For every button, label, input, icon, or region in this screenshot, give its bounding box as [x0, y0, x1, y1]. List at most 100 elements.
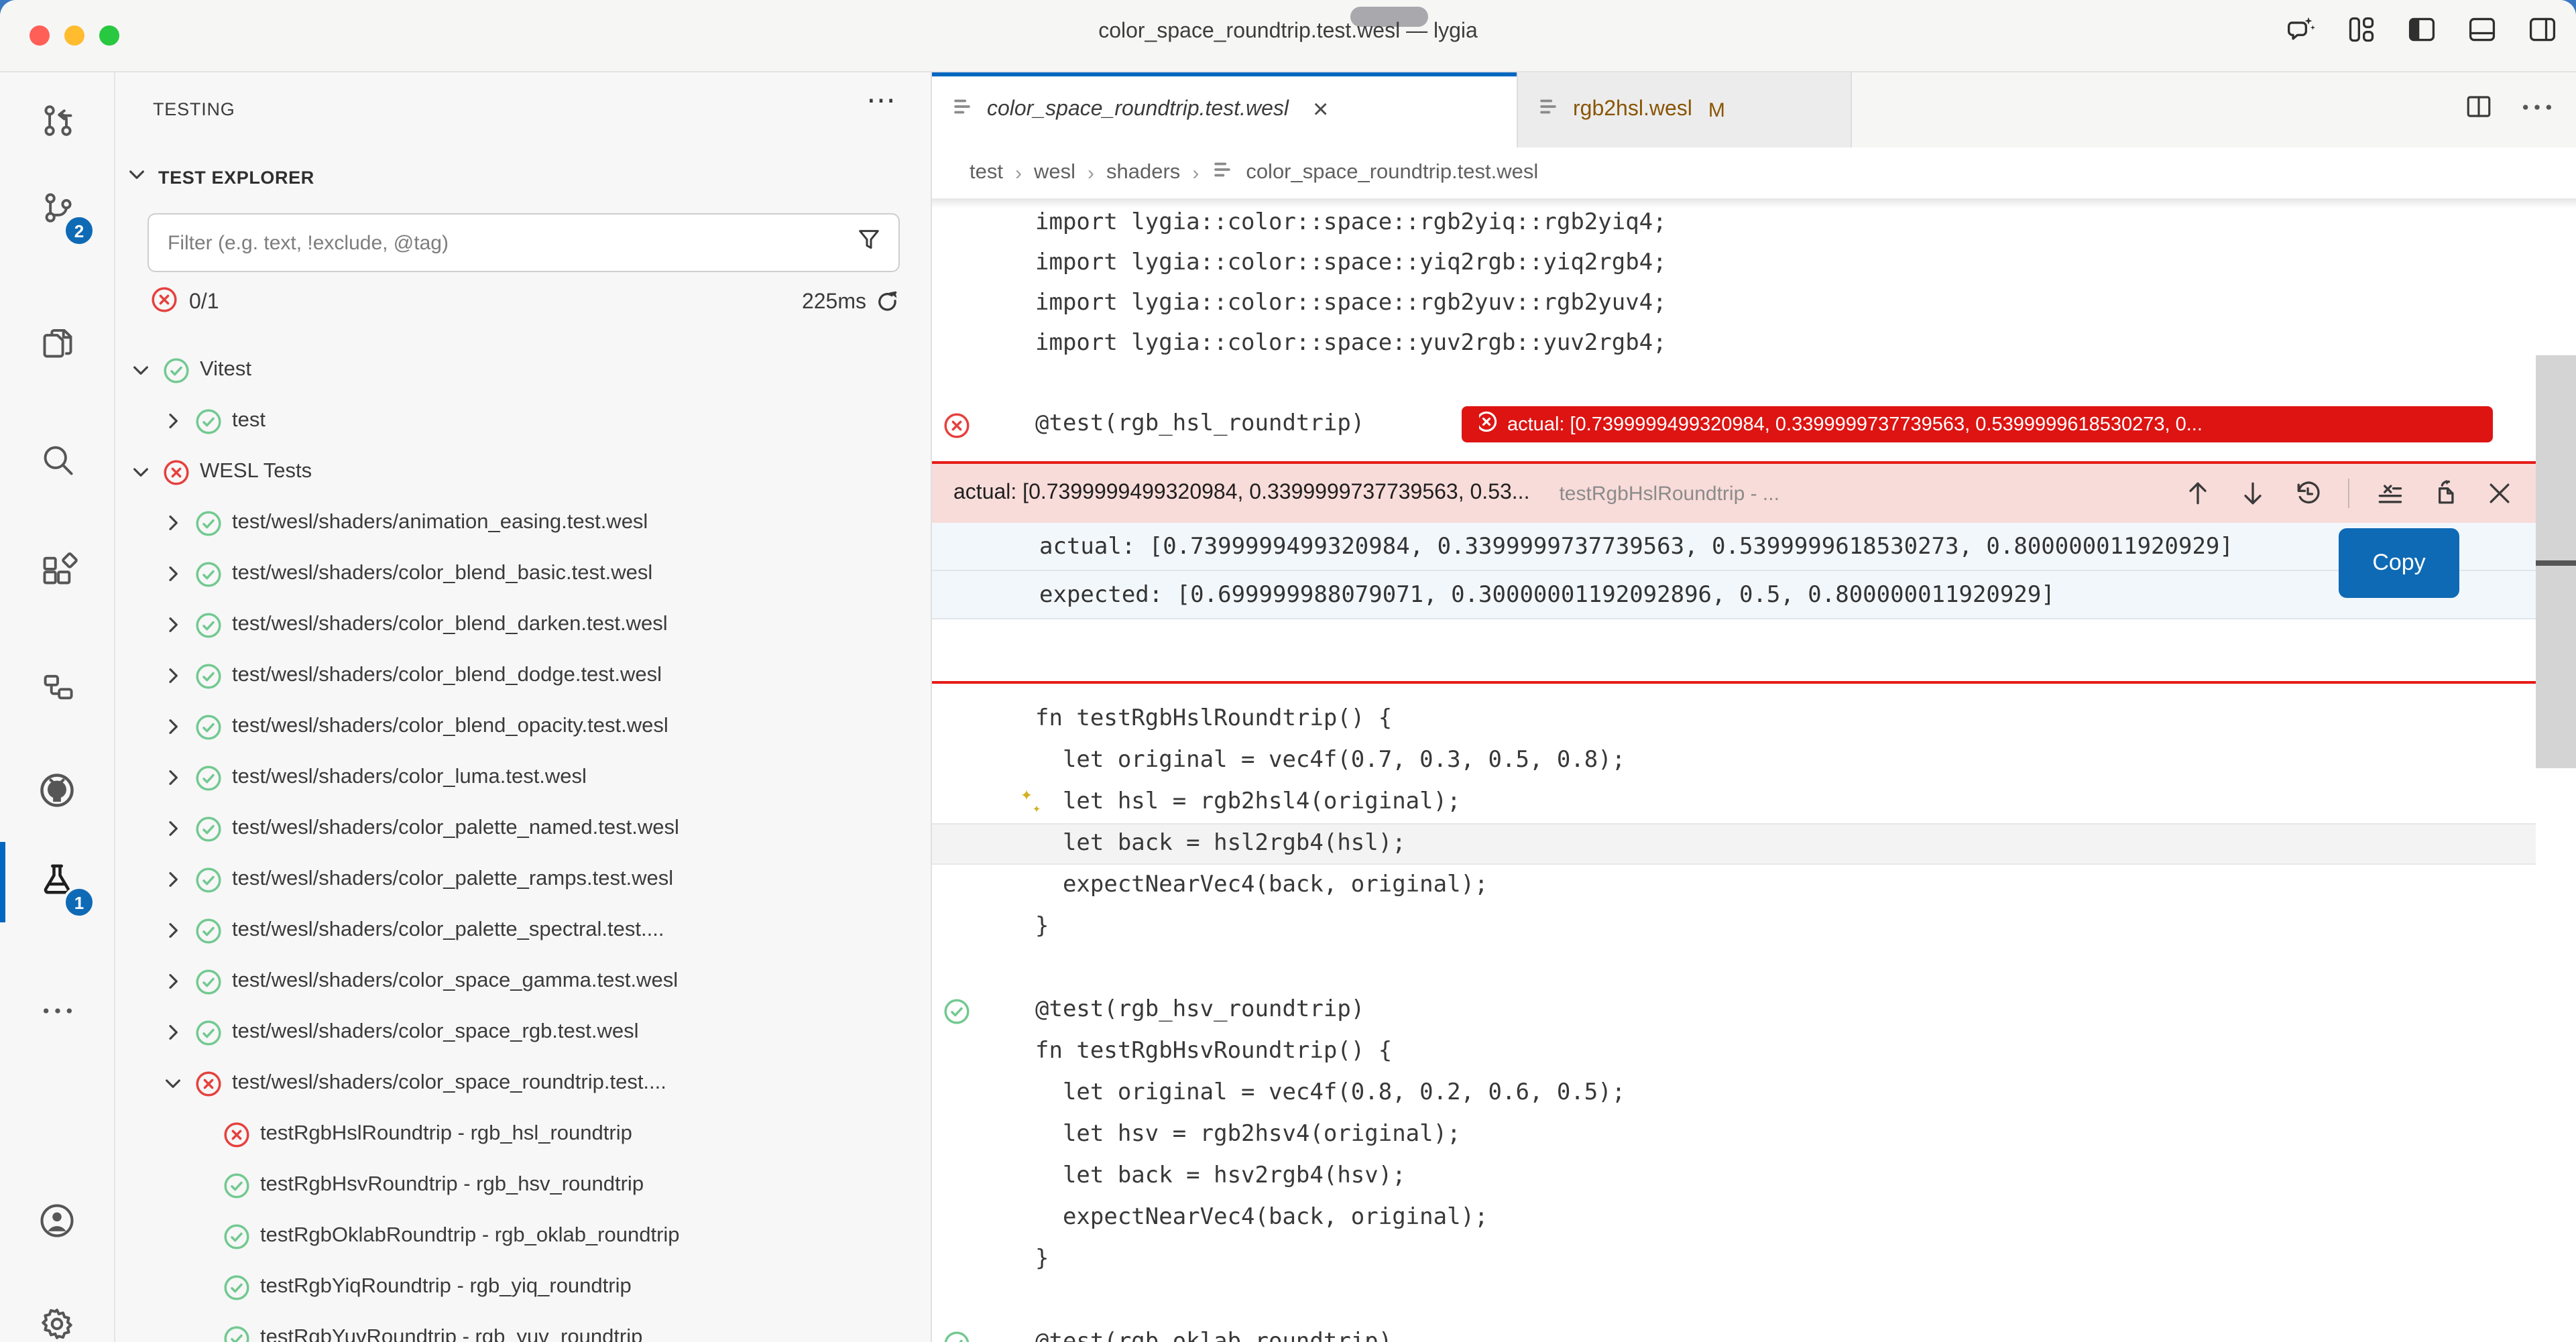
inline-error-message[interactable]: actual: [0.7399999499320984, 0.339999973… — [1462, 406, 2493, 442]
code-text: import lygia::color::space::rgb2yuv::rgb… — [1035, 283, 1667, 323]
pass-icon — [194, 713, 223, 741]
activity-bar-item-source-control[interactable]: 2 — [0, 178, 114, 243]
peek-header[interactable]: actual: [0.7399999499320984, 0.339999973… — [932, 464, 2536, 523]
test-tree-label: testRgbHslRoundtrip - rgb_hsl_roundtrip — [260, 1122, 632, 1146]
test-explorer-section-header[interactable]: TEST EXPLORER — [126, 164, 314, 192]
test-tree-item[interactable]: testRgbHslRoundtrip - rgb_hsl_roundtrip — [115, 1109, 931, 1160]
test-tree-label: test/wesl/shaders/color_blend_basic.test… — [232, 562, 652, 586]
peek-result-row[interactable]: actual: [0.7399999499320984, 0.339999973… — [932, 523, 2536, 571]
test-tree-label: test/wesl/shaders/color_palette_ramps.te… — [232, 867, 673, 892]
test-filter-input[interactable] — [165, 230, 856, 255]
copy-button[interactable]: Copy — [2339, 528, 2459, 598]
pass-icon[interactable] — [943, 1330, 968, 1342]
test-tree-item[interactable]: test/wesl/shaders/color_palette_ramps.te… — [115, 854, 931, 905]
pass-icon[interactable] — [943, 997, 968, 1023]
code-line: expectNearVec4(back, original); — [932, 1197, 2536, 1237]
test-tree-item[interactable]: test/wesl/shaders/color_blend_darken.tes… — [115, 599, 931, 650]
pass-icon — [223, 1222, 251, 1250]
filter-list-icon[interactable] — [2375, 479, 2404, 508]
chevron-down-icon — [126, 164, 148, 192]
test-tree-item[interactable]: WESL Tests — [115, 446, 931, 497]
test-tree-item[interactable]: testRgbYuvRoundtrip - rgb_yuv_roundtrip — [115, 1313, 931, 1342]
fail-circle-icon — [150, 286, 178, 320]
activity-bar-item-search[interactable] — [0, 430, 114, 495]
code-line: let original = vec4f(0.8, 0.2, 0.6, 0.5)… — [932, 1073, 2536, 1113]
breadcrumb-item[interactable]: shaders — [1106, 161, 1180, 185]
toggle-primary-sidebar-icon[interactable] — [2407, 15, 2437, 44]
pass-icon — [194, 407, 223, 435]
account-icon — [39, 1203, 75, 1245]
activity-bar-item-files[interactable] — [0, 314, 114, 378]
activity-bar-item-extensions[interactable] — [0, 540, 114, 605]
test-tree-item[interactable]: test/wesl/shaders/color_blend_opacity.te… — [115, 701, 931, 752]
activity-bar-item-account[interactable] — [0, 1192, 114, 1256]
modified-badge: M — [1708, 99, 1725, 121]
test-tree-item[interactable]: test/wesl/shaders/color_space_roundtrip.… — [115, 1058, 931, 1109]
test-tree-item[interactable]: testRgbYiqRoundtrip - rgb_yiq_roundtrip — [115, 1262, 931, 1313]
tab-close-button[interactable]: × — [1313, 95, 1328, 125]
copilot-chat-icon[interactable] — [2286, 15, 2316, 44]
fail-icon[interactable] — [943, 412, 968, 437]
test-tree-item[interactable]: testRgbOklabRoundtrip - rgb_oklab_roundt… — [115, 1211, 931, 1262]
toggle-secondary-sidebar-icon[interactable] — [2528, 15, 2557, 44]
tab-label: color_space_roundtrip.test.wesl — [987, 98, 1289, 122]
test-tree-item[interactable]: test/wesl/shaders/color_blend_basic.test… — [115, 548, 931, 599]
test-tree-label: test/wesl/shaders/color_space_roundtrip.… — [232, 1071, 666, 1095]
test-tree-item[interactable]: test/wesl/shaders/color_luma.test.wesl — [115, 752, 931, 803]
chevron-right-icon — [161, 816, 185, 841]
test-tree-item[interactable]: test/wesl/shaders/color_palette_named.te… — [115, 803, 931, 854]
code-editor[interactable]: import lygia::color::space::rgb2yiq::rgb… — [932, 198, 2576, 1342]
test-tree-label: test/wesl/shaders/color_palette_named.te… — [232, 816, 679, 841]
toggle-panel-icon[interactable] — [2467, 15, 2497, 44]
arrow-down-icon[interactable] — [2238, 479, 2268, 508]
breadcrumb-item[interactable]: test — [970, 161, 1003, 185]
filter-funnel-icon[interactable] — [856, 226, 882, 259]
more-icon[interactable] — [2520, 89, 2555, 131]
history-icon[interactable] — [2293, 479, 2323, 508]
breadcrumb-item[interactable]: wesl — [1034, 161, 1075, 185]
rerun-icon[interactable] — [874, 286, 901, 320]
test-tree-item[interactable]: test/wesl/shaders/color_space_rgb.test.w… — [115, 1007, 931, 1058]
activity-bar-item-more[interactable] — [0, 981, 114, 1046]
test-tree-label: test/wesl/shaders/color_palette_spectral… — [232, 918, 664, 942]
open-file-icon[interactable] — [2430, 479, 2459, 508]
titlebar-actions — [2286, 15, 2557, 44]
test-tree-item[interactable]: test/wesl/shaders/animation_easing.test.… — [115, 497, 931, 548]
tab-rgb2hsl.wesl[interactable]: rgb2hsl.weslM — [1518, 72, 1852, 147]
sidebar-more-button[interactable]: ⋯ — [866, 86, 896, 115]
test-tree-item[interactable]: test/wesl/shaders/color_palette_spectral… — [115, 905, 931, 956]
pass-icon — [162, 356, 190, 384]
settings-gear-icon — [39, 1306, 75, 1342]
customize-layout-icon[interactable] — [2347, 15, 2376, 44]
code-line: fn testRgbHsvRoundtrip() { — [932, 1031, 2536, 1071]
activity-bar-item-hierarchy[interactable] — [0, 657, 114, 721]
breadcrumb-item[interactable]: color_space_roundtrip.test.wesl — [1246, 161, 1538, 185]
code-line: ✦✦ let hsl = rgb2hsl4(original); — [932, 782, 2536, 822]
test-tree-item[interactable]: testRgbHsvRoundtrip - rgb_hsv_roundtrip — [115, 1160, 931, 1211]
test-tree-item[interactable]: test/wesl/shaders/color_space_gamma.test… — [115, 956, 931, 1007]
code-text: @test(rgb_hsl_roundtrip) — [1035, 404, 1364, 444]
test-tree-item[interactable]: test/wesl/shaders/color_blend_dodge.test… — [115, 650, 931, 701]
files-icon — [40, 325, 74, 367]
test-tree-label: testRgbYiqRoundtrip - rgb_yiq_roundtrip — [260, 1275, 632, 1299]
test-tree-item[interactable]: test — [115, 395, 931, 446]
activity-bar: 21 — [0, 72, 115, 1342]
test-tree-label: test/wesl/shaders/animation_easing.test.… — [232, 511, 648, 535]
activity-bar-item-pull-request[interactable] — [0, 91, 114, 156]
tab-color_space_roundtrip.test.wesl[interactable]: color_space_roundtrip.test.wesl × — [932, 72, 1518, 147]
arrow-up-icon[interactable] — [2183, 479, 2213, 508]
peek-result-row[interactable]: expected: [0.699999988079071, 0.30000001… — [932, 571, 2536, 619]
code-text: } — [1035, 906, 1049, 947]
sidebar-title: TESTING — [153, 99, 235, 119]
activity-bar-item-testing-beaker[interactable]: 1 — [0, 850, 114, 914]
breadcrumb: test›wesl›shaders›color_space_roundtrip.… — [932, 147, 2576, 198]
inline-error-text: actual: [0.7399999499320984, 0.339999973… — [1507, 414, 2203, 435]
close-icon[interactable] — [2485, 479, 2514, 508]
activity-bar-item-github[interactable] — [0, 761, 114, 826]
code-text: let hsv = rgb2hsv4(original); — [1035, 1114, 1461, 1154]
pass-icon — [194, 611, 223, 639]
hierarchy-icon — [40, 668, 74, 710]
activity-bar-item-settings-gear[interactable] — [0, 1295, 114, 1342]
split-editor-icon[interactable] — [2465, 93, 2493, 127]
test-tree-item[interactable]: Vitest — [115, 345, 931, 395]
